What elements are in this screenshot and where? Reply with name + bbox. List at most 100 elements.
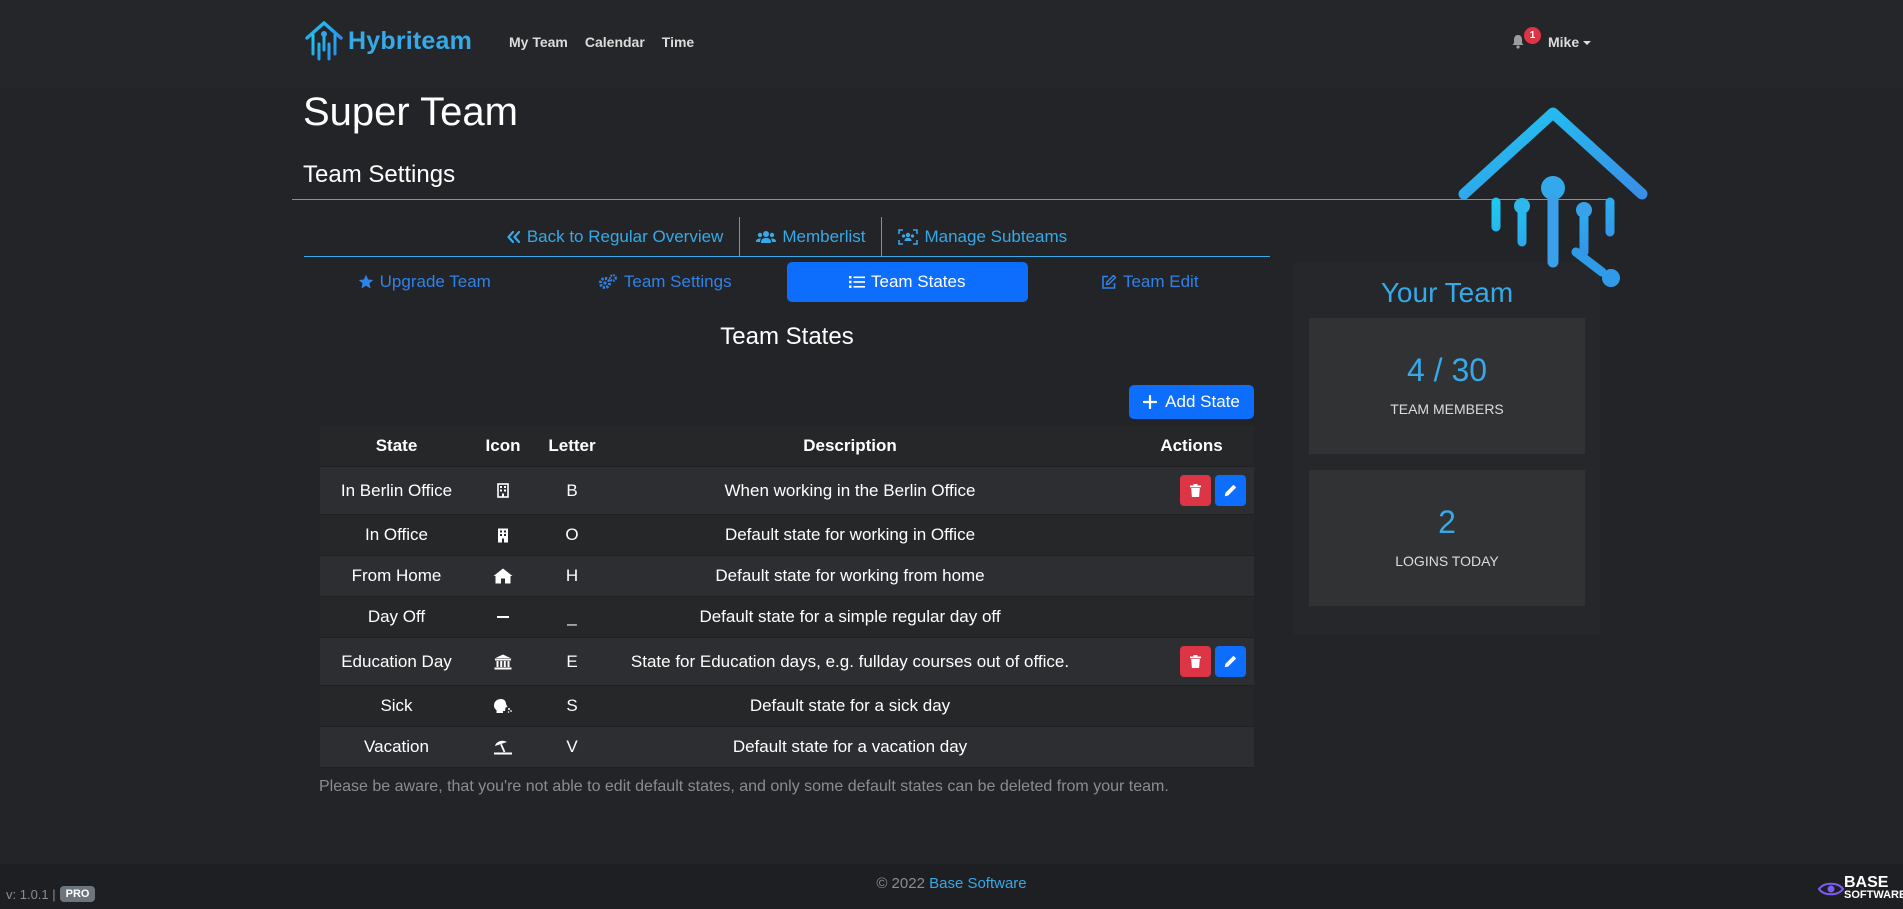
head-virus-icon (493, 698, 513, 714)
delete-state-button[interactable] (1180, 475, 1211, 506)
header-state: State (375, 436, 418, 455)
version-info: v: 1.0.1 | PRO (6, 886, 96, 902)
state-name: Sick (380, 696, 413, 715)
state-description: State for Education days, e.g. fullday c… (630, 651, 1070, 671)
state-letter: E (566, 651, 578, 671)
tab-upgrade-team-label: Upgrade Team (379, 272, 491, 291)
header-divider (292, 199, 1612, 200)
delete-state-button[interactable] (1180, 646, 1211, 677)
plus-icon (1143, 395, 1158, 409)
tab-upgrade-team[interactable]: Upgrade Team (304, 262, 545, 302)
state-letter: V (566, 737, 578, 756)
header-icon: Icon (485, 436, 521, 455)
tab-team-states[interactable]: Team States (787, 262, 1028, 302)
header-actions: Actions (1160, 436, 1223, 455)
copyright-year: © 2022 (876, 875, 925, 892)
tab-team-settings[interactable]: Team Settings (545, 262, 786, 302)
state-description: Default state for working from home (715, 566, 985, 585)
tab-team-settings-label: Team Settings (623, 272, 732, 291)
state-name: Education Day (341, 651, 452, 671)
state-name: Vacation (364, 737, 429, 756)
states-table: State Icon Letter Description Actions In… (320, 426, 1254, 768)
page-subtitle: Team Settings (303, 161, 456, 188)
building-outline-icon (497, 483, 509, 498)
table-row: Day Off _ Default state for a simple reg… (320, 597, 1254, 638)
state-description: Default state for a simple regular day o… (699, 607, 1001, 626)
copyright: © 2022 Base Software (0, 875, 1903, 892)
tab-team-edit-label: Team Edit (1122, 272, 1199, 291)
pencil-icon (1224, 655, 1237, 668)
company-link[interactable]: Base Software (929, 875, 1027, 892)
table-row: In Berlin Office B When working in the B… (320, 467, 1254, 515)
logins-today-value: 2 (1438, 504, 1456, 540)
main-nav: My Team Calendar Time (509, 34, 694, 50)
logins-today-card: 2 LOGINS TODAY (1309, 470, 1585, 606)
logins-today-label: LOGINS TODAY (1395, 553, 1499, 569)
table-row: In Office O Default state for working in… (320, 515, 1254, 556)
state-name: From Home (351, 566, 442, 585)
your-team-panel: Your Team 4 / 30 TEAM MEMBERS 2 LOGINS T… (1294, 262, 1600, 635)
edit-state-button[interactable] (1215, 475, 1246, 506)
state-letter: H (565, 566, 579, 585)
umbrella-beach-icon (493, 739, 513, 755)
nav-time[interactable]: Time (662, 34, 694, 50)
manage-subteams-link[interactable]: Manage Subteams (882, 217, 1083, 257)
hybriteam-logo-icon (304, 20, 344, 62)
memberlist-label: Memberlist (782, 226, 866, 246)
settings-tabs: Upgrade Team Team Settings Team States T… (304, 262, 1270, 302)
version-text: v: 1.0.1 | (6, 886, 56, 902)
eye-logo-icon (1818, 882, 1844, 896)
list-icon (849, 275, 865, 289)
tab-team-states-label: Team States (871, 272, 966, 291)
users-viewfinder-icon (898, 228, 919, 245)
edit-state-button[interactable] (1215, 646, 1246, 677)
team-members-label: TEAM MEMBERS (1390, 401, 1504, 417)
section-title: Team States (720, 323, 854, 350)
header-description: Description (803, 436, 897, 455)
trash-icon (1190, 655, 1201, 668)
table-row: From Home H Default state for working fr… (320, 556, 1254, 597)
table-row: Sick S Default state for a sick day (320, 686, 1254, 727)
team-members-value: 4 / 30 (1406, 352, 1488, 388)
house-logo-icon (1456, 102, 1650, 292)
table-header: State Icon Letter Description Actions (320, 426, 1254, 467)
nav-my-team[interactable]: My Team (509, 34, 568, 50)
base-software-logo: BASE SOFTWARE (1818, 875, 1903, 901)
brand-name: Hybriteam (348, 26, 473, 55)
add-state-label: Add State (1165, 392, 1240, 411)
nav-calendar[interactable]: Calendar (585, 34, 645, 50)
page-title: Super Team (303, 90, 518, 134)
memberlist-link[interactable]: Memberlist (740, 217, 881, 257)
brand[interactable]: Hybriteam (304, 20, 472, 62)
state-description: Default state for working in Office (724, 525, 976, 544)
state-name: Day Off (367, 607, 426, 626)
add-state-button[interactable]: Add State (1129, 385, 1254, 419)
pro-badge: PRO (59, 886, 96, 902)
state-letter: S (566, 696, 578, 715)
default-states-note: Please be aware, that you're not able to… (319, 778, 1169, 795)
caret-down-icon (1583, 41, 1592, 45)
state-letter: O (565, 525, 579, 544)
user-menu[interactable]: Mike (1548, 34, 1592, 50)
state-letter: _ (567, 607, 577, 626)
state-description: Default state for a sick day (749, 696, 951, 715)
team-members-card: 4 / 30 TEAM MEMBERS (1309, 318, 1585, 454)
trash-icon (1190, 484, 1201, 497)
state-description: Default state for a vacation day (732, 737, 968, 756)
header-letter: Letter (548, 436, 596, 455)
users-icon (756, 230, 777, 244)
back-to-overview-link[interactable]: Back to Regular Overview (491, 217, 740, 257)
back-to-overview-label: Back to Regular Overview (526, 226, 724, 246)
table-row: Vacation V Default state for a vacation … (320, 727, 1254, 768)
sub-navigation: Back to Regular Overview Memberlist Mana… (304, 216, 1270, 257)
state-name: In Berlin Office (340, 480, 453, 500)
tab-team-edit[interactable]: Team Edit (1030, 262, 1271, 302)
navbar: Hybriteam My Team Calendar Time 1 Mike (0, 0, 1903, 88)
bell-icon[interactable] (1511, 34, 1525, 49)
state-letter: B (566, 480, 578, 500)
cogs-icon (598, 274, 618, 290)
house-icon (493, 568, 513, 584)
state-name: In Office (365, 525, 428, 544)
minus-icon (497, 615, 509, 619)
table-row: Education Day E State for Education days… (320, 638, 1254, 686)
